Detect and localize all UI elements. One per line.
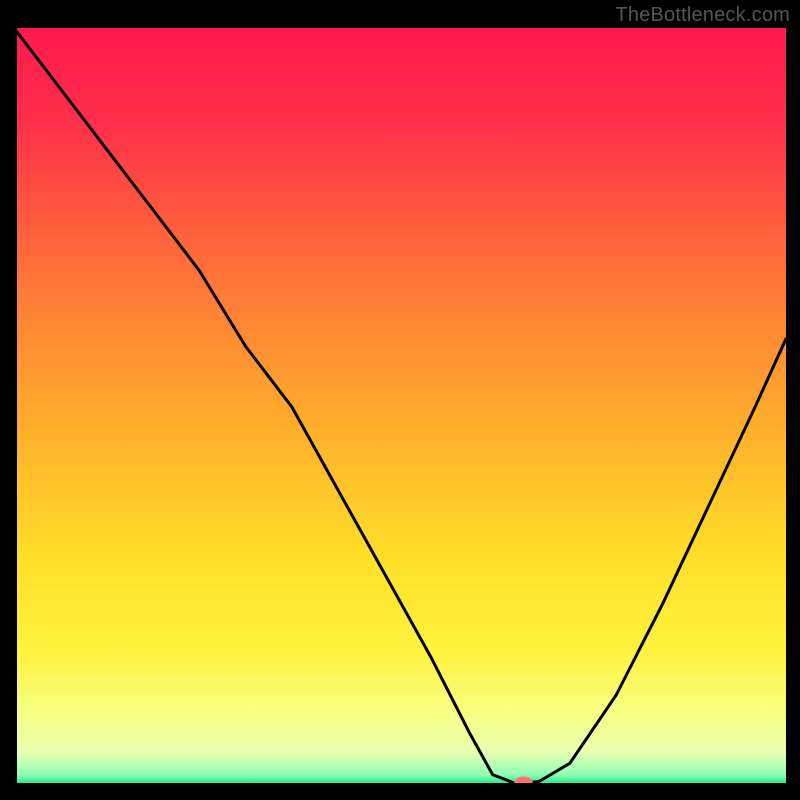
plot-area: [14, 28, 786, 786]
chart-frame: TheBottleneck.com: [0, 0, 800, 800]
bottleneck-chart: [14, 28, 786, 786]
gradient-background: [14, 28, 786, 786]
watermark-text: TheBottleneck.com: [615, 4, 790, 27]
